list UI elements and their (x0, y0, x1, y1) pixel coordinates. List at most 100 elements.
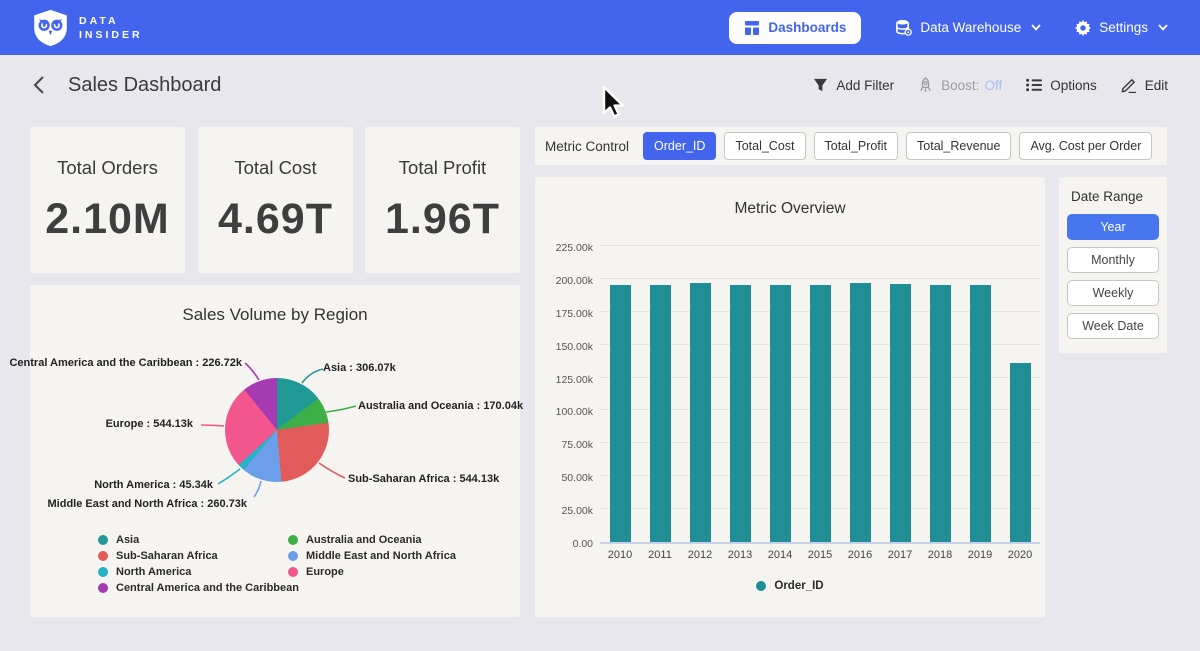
rocket-icon (918, 77, 933, 93)
back-button[interactable] (32, 74, 54, 96)
nav-data-warehouse-label: Data Warehouse (920, 20, 1021, 35)
bar-2013[interactable] (730, 285, 751, 542)
legend-dot (756, 581, 766, 591)
pie-label-australia-oceania: Australia and Oceania : 170.04k (358, 400, 523, 412)
legend-label: Asia (116, 534, 139, 546)
nav-settings[interactable]: Settings (1075, 20, 1168, 36)
database-icon (895, 19, 912, 36)
x-axis-label: 2011 (640, 549, 680, 561)
legend-dot (98, 551, 108, 561)
bar-2016[interactable] (850, 283, 871, 542)
bar-chart-legend[interactable]: Order_ID (535, 580, 1045, 592)
x-axis-label: 2015 (800, 549, 840, 561)
pie-legend-item-north-america[interactable]: North America (98, 566, 299, 577)
metric-overview-chart-card: Metric Overview 0.0025.00k50.00k75.00k10… (535, 177, 1045, 617)
dashboard-icon (744, 20, 760, 36)
y-axis-tick: 50.00k (533, 472, 593, 484)
legend-label: Order_ID (774, 580, 823, 592)
filter-icon (813, 78, 828, 92)
y-axis-tick: 75.00k (533, 439, 593, 451)
add-filter-button[interactable]: Add Filter (813, 78, 894, 93)
legend-label: Middle East and North Africa (306, 550, 456, 562)
boost-value: Off (984, 78, 1002, 93)
metric-button-total-profit[interactable]: Total_Profit (814, 132, 899, 160)
pie-legend-item-central-america-and-the-caribbean[interactable]: Central America and the Caribbean (98, 582, 299, 593)
chevron-down-icon (1031, 24, 1041, 31)
bar-chart-title: Metric Overview (535, 200, 1045, 218)
boost-toggle[interactable]: Boost: Off (918, 77, 1002, 93)
pie-label-central-america-caribbean: Central America and the Caribbean : 226.… (9, 357, 242, 369)
x-axis-label: 2012 (680, 549, 720, 561)
pie-legend-item-asia[interactable]: Asia (98, 534, 299, 545)
metric-control-bar: Metric Control Order_ID Total_Cost Total_P… (535, 127, 1167, 165)
date-range-button-weekly[interactable]: Weekly (1067, 280, 1159, 306)
edit-pencil-icon (1121, 77, 1137, 93)
y-axis-tick: 125.00k (533, 374, 593, 386)
y-axis-tick: 0.00 (533, 538, 593, 550)
nav-data-warehouse[interactable]: Data Warehouse (895, 19, 1041, 36)
y-axis-tick: 225.00k (533, 242, 593, 254)
date-range-button-week-date[interactable]: Week Date (1067, 313, 1159, 339)
metric-button-avg-cost-per-order[interactable]: Avg. Cost per Order (1019, 132, 1152, 160)
bar-2015[interactable] (810, 285, 831, 542)
date-range-panel: Date Range YearMonthlyWeeklyWeek Date (1059, 177, 1167, 353)
page-header: Sales Dashboard Add Filter Boost: Off Op… (0, 55, 1200, 115)
brand: DATA INSIDER (32, 9, 143, 47)
pie-legend-item-sub-saharan-africa[interactable]: Sub-Saharan Africa (98, 550, 299, 561)
pie-chart[interactable] (225, 378, 329, 482)
x-axis-label: 2018 (920, 549, 960, 561)
metric-control-label: Metric Control (545, 139, 629, 154)
pie-legend-item-middle-east-and-north-africa[interactable]: Middle East and North Africa (288, 550, 456, 561)
y-axis-tick: 150.00k (533, 341, 593, 353)
bar-chart-plot-area (600, 248, 1040, 544)
add-filter-label: Add Filter (836, 78, 894, 93)
chevron-down-icon (1158, 24, 1168, 31)
date-range-button-year[interactable]: Year (1067, 214, 1159, 240)
bar-2018[interactable] (930, 285, 951, 542)
nav-dashboards-label: Dashboards (768, 20, 846, 35)
pie-label-sub-saharan-africa: Sub-Saharan Africa : 544.13k (348, 473, 499, 485)
x-axis-label: 2016 (840, 549, 880, 561)
kpi-label: Total Orders (57, 157, 158, 179)
legend-dot (98, 535, 108, 545)
y-axis-tick: 175.00k (533, 308, 593, 320)
y-axis-tick: 200.00k (533, 275, 593, 287)
pie-label-north-america: North America : 45.34k (94, 479, 213, 491)
x-axis-label: 2017 (880, 549, 920, 561)
legend-dot (98, 567, 108, 577)
bar-2017[interactable] (890, 284, 911, 542)
bar-2012[interactable] (690, 283, 711, 542)
pie-label-asia: Asia : 306.07k (323, 362, 396, 374)
legend-label: North America (116, 566, 191, 578)
options-button[interactable]: Options (1026, 78, 1097, 93)
metric-button-total-cost[interactable]: Total_Cost (724, 132, 805, 160)
nav-dashboards-button[interactable]: Dashboards (729, 12, 861, 44)
options-label: Options (1050, 78, 1097, 93)
bar-2019[interactable] (970, 285, 991, 542)
kpi-value: 4.69T (218, 195, 333, 244)
bar-chart-x-axis: 2010201120122013201420152016201720182019… (600, 549, 1040, 561)
legend-label: Central America and the Caribbean (116, 582, 299, 594)
metric-button-order-id[interactable]: Order_ID (643, 132, 716, 160)
nav-settings-label: Settings (1099, 20, 1148, 35)
legend-dot (288, 567, 298, 577)
pie-chart-title: Sales Volume by Region (30, 305, 520, 325)
legend-label: Sub-Saharan Africa (116, 550, 218, 562)
y-axis-tick: 25.00k (533, 505, 593, 517)
bar-2010[interactable] (610, 285, 631, 542)
bar-2014[interactable] (770, 285, 791, 542)
pie-legend-item-australia-and-oceania[interactable]: Australia and Oceania (288, 534, 456, 545)
pie-legend-item-europe[interactable]: Europe (288, 566, 456, 577)
kpi-label: Total Profit (399, 157, 486, 179)
legend-dot (98, 583, 108, 593)
legend-dot (288, 535, 298, 545)
bar-2011[interactable] (650, 285, 671, 542)
edit-label: Edit (1145, 78, 1168, 93)
edit-button[interactable]: Edit (1121, 77, 1168, 93)
pie-label-middle-east-north-africa: Middle East and North Africa : 260.73k (48, 498, 247, 510)
metric-button-total-revenue[interactable]: Total_Revenue (906, 132, 1011, 160)
gear-icon (1075, 20, 1091, 36)
bar-2020[interactable] (1010, 363, 1031, 542)
kpi-value: 1.96T (385, 195, 500, 244)
date-range-button-monthly[interactable]: Monthly (1067, 247, 1159, 273)
